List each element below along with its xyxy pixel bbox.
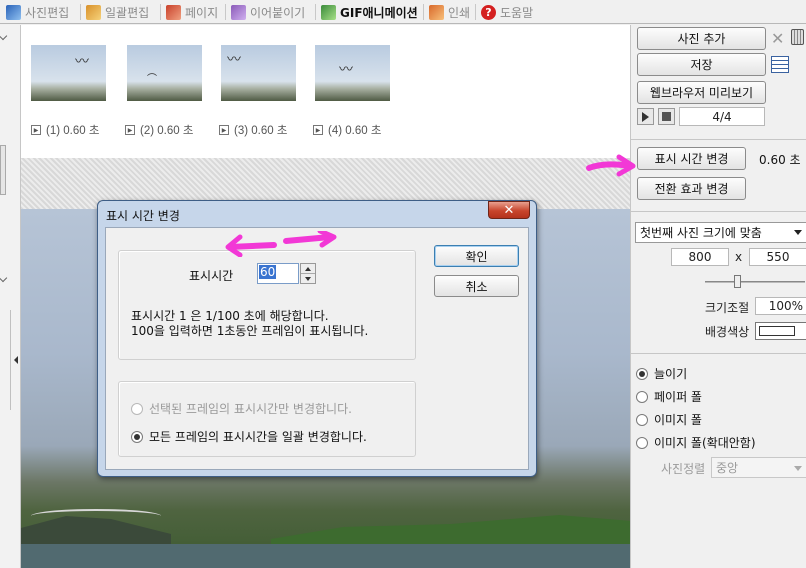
photo-edit-icon (6, 4, 21, 20)
scale-label: 크기조절 (705, 301, 750, 315)
page-icon (166, 4, 181, 20)
display-time-input[interactable]: 60 (257, 263, 299, 284)
frame-thumbnail-3[interactable]: 〰 (221, 45, 296, 101)
stop-button[interactable] (658, 108, 675, 125)
trash-icon[interactable] (791, 29, 804, 45)
batch-edit-icon (86, 4, 101, 20)
frame-label-3[interactable]: ▶ (3) 0.60 초 (219, 122, 287, 138)
left-sidebar-collapsed (0, 25, 21, 568)
dialog-body: 표시시간 60 표시시간 1 은 1/100 초에 해당합니다. 100을 입력… (105, 227, 529, 470)
play-icon: ▶ (219, 125, 229, 135)
spin-down-icon (305, 276, 311, 281)
fit-image-fold-radio[interactable]: 이미지 폴 (636, 411, 702, 428)
fit-stretch-radio[interactable]: 늘이기 (636, 365, 687, 382)
right-panel: 사진 추가 ✕ 저장 웹브라우저 미리보기 4/4 표시 시간 변경 0.60 … (630, 25, 806, 568)
close-icon: ✕ (503, 202, 515, 218)
bg-color-label: 배경색상 (705, 325, 750, 339)
change-display-time-button[interactable]: 표시 시간 변경 (637, 147, 746, 170)
tab-print[interactable]: 인쇄 (425, 1, 474, 23)
gif-animation-icon (321, 4, 336, 20)
help-icon: ? (481, 4, 496, 20)
fit-paper-fold-radio[interactable]: 페이퍼 폴 (636, 388, 702, 405)
help-text-line2: 100을 입력하면 1초동안 프레임이 표시됩니다. (131, 324, 369, 338)
scale-slider[interactable] (705, 281, 805, 283)
play-icon (642, 111, 649, 122)
align-select: 중앙 (711, 457, 806, 478)
ok-button[interactable]: 확인 (434, 245, 519, 267)
play-icon: ▶ (313, 125, 323, 135)
frame-label-4[interactable]: ▶ (4) 0.60 초 (313, 122, 381, 138)
close-button[interactable]: ✕ (488, 201, 530, 219)
display-time-spinner[interactable] (300, 263, 316, 284)
tab-page[interactable]: 페이지 (162, 1, 222, 23)
collapse-left-icon (13, 356, 18, 364)
display-time-dialog: 표시 시간 변경 ✕ 표시시간 60 표시시간 1 은 1/100 초에 해당합… (97, 200, 537, 477)
add-photo-button[interactable]: 사진 추가 (637, 27, 766, 50)
play-button[interactable] (637, 108, 654, 125)
align-label: 사진정렬 (661, 462, 706, 476)
frame-thumbnail-1[interactable]: 〰 (31, 45, 106, 101)
tab-join[interactable]: 이어붙이기 (227, 1, 309, 23)
join-icon (231, 4, 246, 20)
sidebar-collapse-button[interactable] (10, 310, 20, 410)
frame-label-2[interactable]: ▶ (2) 0.60 초 (125, 122, 193, 138)
sidebar-resize-handle[interactable] (0, 145, 6, 195)
list-icon[interactable] (771, 56, 789, 73)
bg-color-swatch[interactable] (755, 322, 806, 340)
display-time-value: 0.60 초 (759, 153, 801, 167)
play-icon: ▶ (125, 125, 135, 135)
annotation-arrows (225, 231, 337, 257)
frame-label-1[interactable]: ▶ (1) 0.60 초 (31, 122, 99, 138)
delete-x-icon[interactable]: ✕ (771, 29, 784, 48)
dialog-title: 표시 시간 변경 (106, 209, 180, 223)
size-mode-select[interactable]: 첫번째 사진 크기에 맞춤 (635, 222, 806, 243)
spin-up-icon (305, 266, 311, 271)
size-separator: x (735, 250, 743, 264)
browser-preview-button[interactable]: 웹브라우저 미리보기 (637, 81, 766, 104)
print-icon (429, 4, 444, 20)
apply-all-radio[interactable]: 모든 프레임의 표시시간을 일괄 변경합니다. (131, 428, 367, 445)
frame-thumbnail-4[interactable]: 〰 (315, 45, 390, 101)
scale-field[interactable]: 100% (755, 297, 806, 315)
tab-photo-edit[interactable]: 사진편집 (2, 1, 73, 23)
frame-thumbnail-2[interactable]: ⌒ (127, 45, 202, 101)
tab-gif-animation[interactable]: GIF애니메이션 (317, 1, 422, 23)
width-field[interactable]: 800 (671, 248, 729, 266)
cancel-button[interactable]: 취소 (434, 275, 519, 297)
display-time-label: 표시시간 (189, 269, 234, 283)
save-button[interactable]: 저장 (637, 53, 766, 76)
stop-icon (662, 112, 671, 121)
scale-slider-thumb[interactable] (734, 275, 741, 288)
apply-scope-group: 선택된 프레임의 표시시간만 변경합니다. 모든 프레임의 표시시간을 일괄 변… (118, 381, 416, 457)
height-field[interactable]: 550 (749, 248, 806, 266)
change-transition-button[interactable]: 전환 효과 변경 (637, 177, 746, 200)
tab-bar: 사진편집 일괄편집 페이지 이어붙이기 GIF애니메이션 인쇄 ? 도움말 (0, 0, 806, 24)
play-icon: ▶ (31, 125, 41, 135)
apply-selected-radio: 선택된 프레임의 표시시간만 변경합니다. (131, 400, 352, 417)
annotation-arrow-right (586, 154, 636, 177)
frame-counter: 4/4 (679, 107, 765, 126)
frame-strip: 〰 ⌒ 〰 〰 ▶ (1) 0.60 초 ▶ (2) 0.60 초 ▶ (3) 0.6… (21, 25, 630, 158)
tab-batch-edit[interactable]: 일괄편집 (82, 1, 153, 23)
dropdown-arrow-icon (794, 230, 802, 235)
dropdown-arrow-icon (794, 466, 802, 471)
fit-image-fold-no-zoom-radio[interactable]: 이미지 폴(확대안함) (636, 434, 756, 451)
tab-help[interactable]: ? 도움말 (477, 1, 537, 23)
display-time-group: 표시시간 60 표시시간 1 은 1/100 초에 해당합니다. 100을 입력… (118, 250, 416, 360)
